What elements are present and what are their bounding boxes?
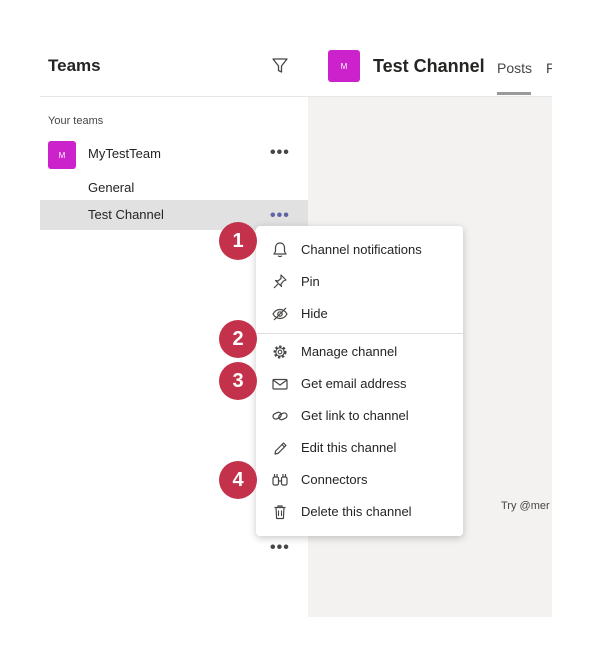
channel-team-avatar: M xyxy=(328,50,360,82)
menu-item-edit-this-channel[interactable]: Edit this channel xyxy=(256,432,463,464)
channel-item-general[interactable]: General xyxy=(88,180,134,195)
team-name[interactable]: MyTestTeam xyxy=(88,146,161,161)
channel-avatar-initial: M xyxy=(340,61,348,71)
mail-icon xyxy=(270,375,290,393)
team-avatar[interactable]: M xyxy=(48,141,76,169)
annotation-badge-3: 3 xyxy=(219,362,257,400)
link-icon xyxy=(270,407,290,425)
menu-item-manage-channel[interactable]: Manage channel xyxy=(256,336,463,368)
menu-item-delete-this-channel[interactable]: Delete this channel xyxy=(256,496,463,528)
menu-item-pin[interactable]: Pin xyxy=(256,266,463,298)
gear-icon xyxy=(270,343,290,361)
menu-item-label: Connectors xyxy=(301,472,368,487)
channel-more-options-button[interactable]: ••• xyxy=(270,208,290,224)
channel-title: Test Channel xyxy=(373,56,485,76)
tab-posts[interactable]: Posts xyxy=(497,60,532,76)
menu-item-hide[interactable]: Hide xyxy=(256,298,463,330)
annotation-badge-4: 4 xyxy=(219,461,257,499)
section-label: Your teams xyxy=(48,115,104,127)
active-tab-indicator xyxy=(497,92,531,95)
menu-item-label: Edit this channel xyxy=(301,440,397,455)
menu-item-label: Hide xyxy=(301,306,328,321)
menu-item-get-link-to-channel[interactable]: Get link to channel xyxy=(256,400,463,432)
tab-files[interactable]: F xyxy=(546,60,552,76)
menu-item-channel-notifications[interactable]: Channel notifications xyxy=(256,234,463,266)
menu-item-label: Get link to channel xyxy=(301,408,409,423)
bell-icon xyxy=(270,241,290,259)
team-more-options-button[interactable]: ••• xyxy=(270,145,290,161)
pencil-icon xyxy=(270,439,290,457)
menu-item-label: Pin xyxy=(301,274,320,289)
channel-item-label[interactable]: Test Channel xyxy=(88,207,164,222)
connectors-icon xyxy=(270,471,290,489)
menu-item-label: Delete this channel xyxy=(301,504,412,519)
divider xyxy=(40,96,308,97)
team-avatar-initial: M xyxy=(58,150,66,160)
menu-divider xyxy=(256,333,463,334)
trash-icon xyxy=(270,503,290,521)
panel-title: Teams xyxy=(48,56,101,75)
eye-off-icon xyxy=(270,305,290,323)
menu-item-connectors[interactable]: Connectors xyxy=(256,464,463,496)
annotation-badge-1: 1 xyxy=(219,222,257,260)
compose-hint: Try @mer xyxy=(501,500,550,512)
annotation-badge-2: 2 xyxy=(219,320,257,358)
menu-item-get-email-address[interactable]: Get email address xyxy=(256,368,463,400)
pin-icon xyxy=(270,273,290,291)
filter-icon[interactable] xyxy=(270,56,290,76)
menu-item-label: Channel notifications xyxy=(301,242,422,257)
menu-item-label: Manage channel xyxy=(301,344,398,359)
menu-item-label: Get email address xyxy=(301,376,407,391)
more-options-button[interactable]: ••• xyxy=(270,540,290,556)
channel-context-menu: Channel notifications Pin Hide Manage ch… xyxy=(256,226,463,536)
